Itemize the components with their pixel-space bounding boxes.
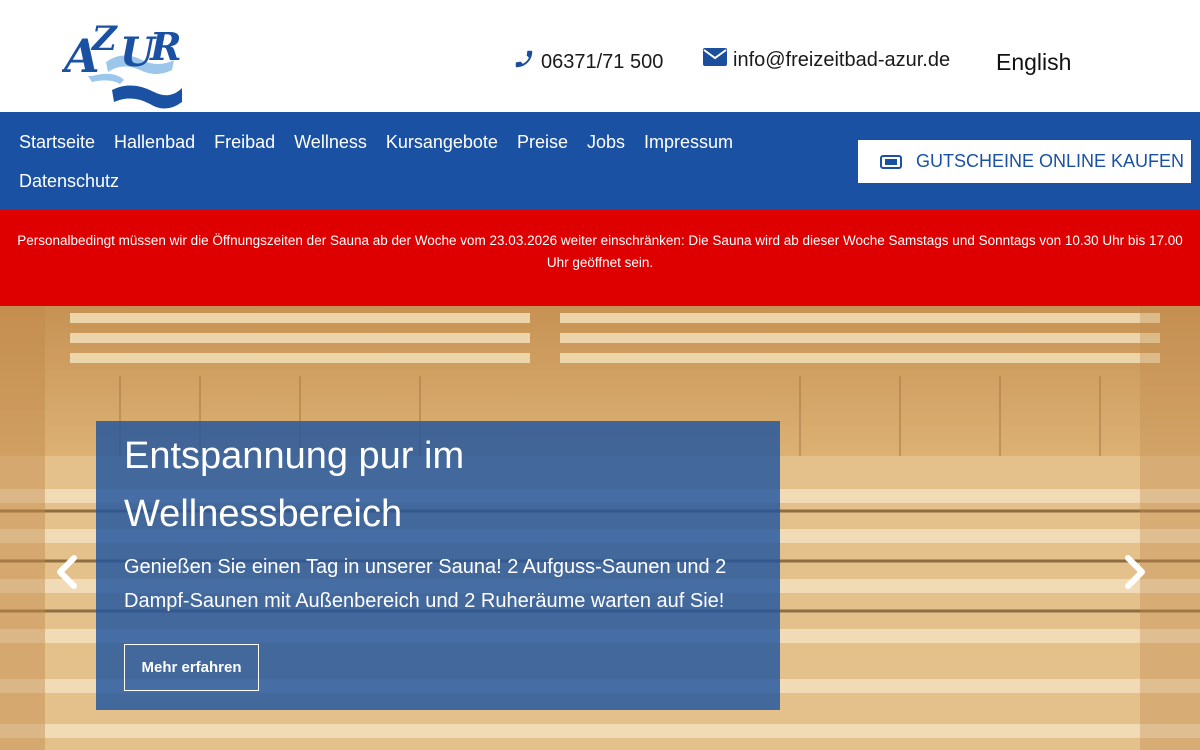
notice-text: Personalbedingt müssen wir die Öffnungsz…: [17, 233, 1183, 270]
learn-more-button[interactable]: Mehr erfahren: [124, 644, 259, 691]
main-navigation: Startseite Hallenbad Freibad Wellness Ku…: [0, 112, 1200, 210]
nav-item-startseite[interactable]: Startseite: [19, 130, 95, 154]
slide-title: Entspannung pur im Wellnessbereich: [124, 435, 465, 535]
nav-item-datenschutz[interactable]: Datenschutz: [19, 169, 119, 193]
nav-item-freibad[interactable]: Freibad: [214, 130, 275, 154]
envelope-icon: [703, 48, 727, 72]
phone-number: 06371/71 500: [541, 50, 664, 73]
phone-link[interactable]: 06371/71 500: [513, 48, 663, 76]
slide-caption: Entspannung pur im Wellnessbereich Genie…: [96, 421, 780, 710]
nav-item-wellness[interactable]: Wellness: [294, 130, 367, 154]
nav-item-jobs[interactable]: Jobs: [587, 130, 625, 154]
site-header: A Z U R 06371/71 500 info@freizeitbad-az…: [0, 0, 1200, 112]
nav-item-hallenbad[interactable]: Hallenbad: [114, 130, 195, 154]
email-address: info@freizeitbad-azur.de: [733, 48, 951, 71]
nav-item-preise[interactable]: Preise: [517, 130, 568, 154]
notice-banner: Personalbedingt müssen wir die Öffnungsz…: [0, 210, 1200, 306]
svg-text:Z: Z: [90, 19, 118, 59]
svg-text:R: R: [149, 24, 182, 69]
nav-menu: Startseite Hallenbad Freibad Wellness Ku…: [19, 130, 779, 208]
language-switch[interactable]: English: [996, 49, 1071, 76]
buy-vouchers-button[interactable]: GUTSCHEINE ONLINE KAUFEN: [858, 140, 1191, 183]
slide-text: Genießen Sie einen Tag in unserer Sauna!…: [124, 556, 727, 612]
email-link[interactable]: info@freizeitbad-azur.de: [703, 48, 950, 72]
hero-slider: Entspannung pur im Wellnessbereich Genie…: [0, 306, 1200, 750]
nav-item-kursangebote[interactable]: Kursangebote: [386, 130, 498, 154]
chevron-left-icon[interactable]: [52, 554, 82, 590]
chevron-right-icon[interactable]: [1120, 554, 1150, 590]
nav-item-impressum[interactable]: Impressum: [644, 130, 733, 154]
azur-logo[interactable]: A Z U R: [60, 10, 186, 110]
ticket-icon: [880, 154, 902, 169]
phone-icon: [513, 48, 535, 76]
buy-vouchers-label: GUTSCHEINE ONLINE KAUFEN: [916, 151, 1185, 171]
